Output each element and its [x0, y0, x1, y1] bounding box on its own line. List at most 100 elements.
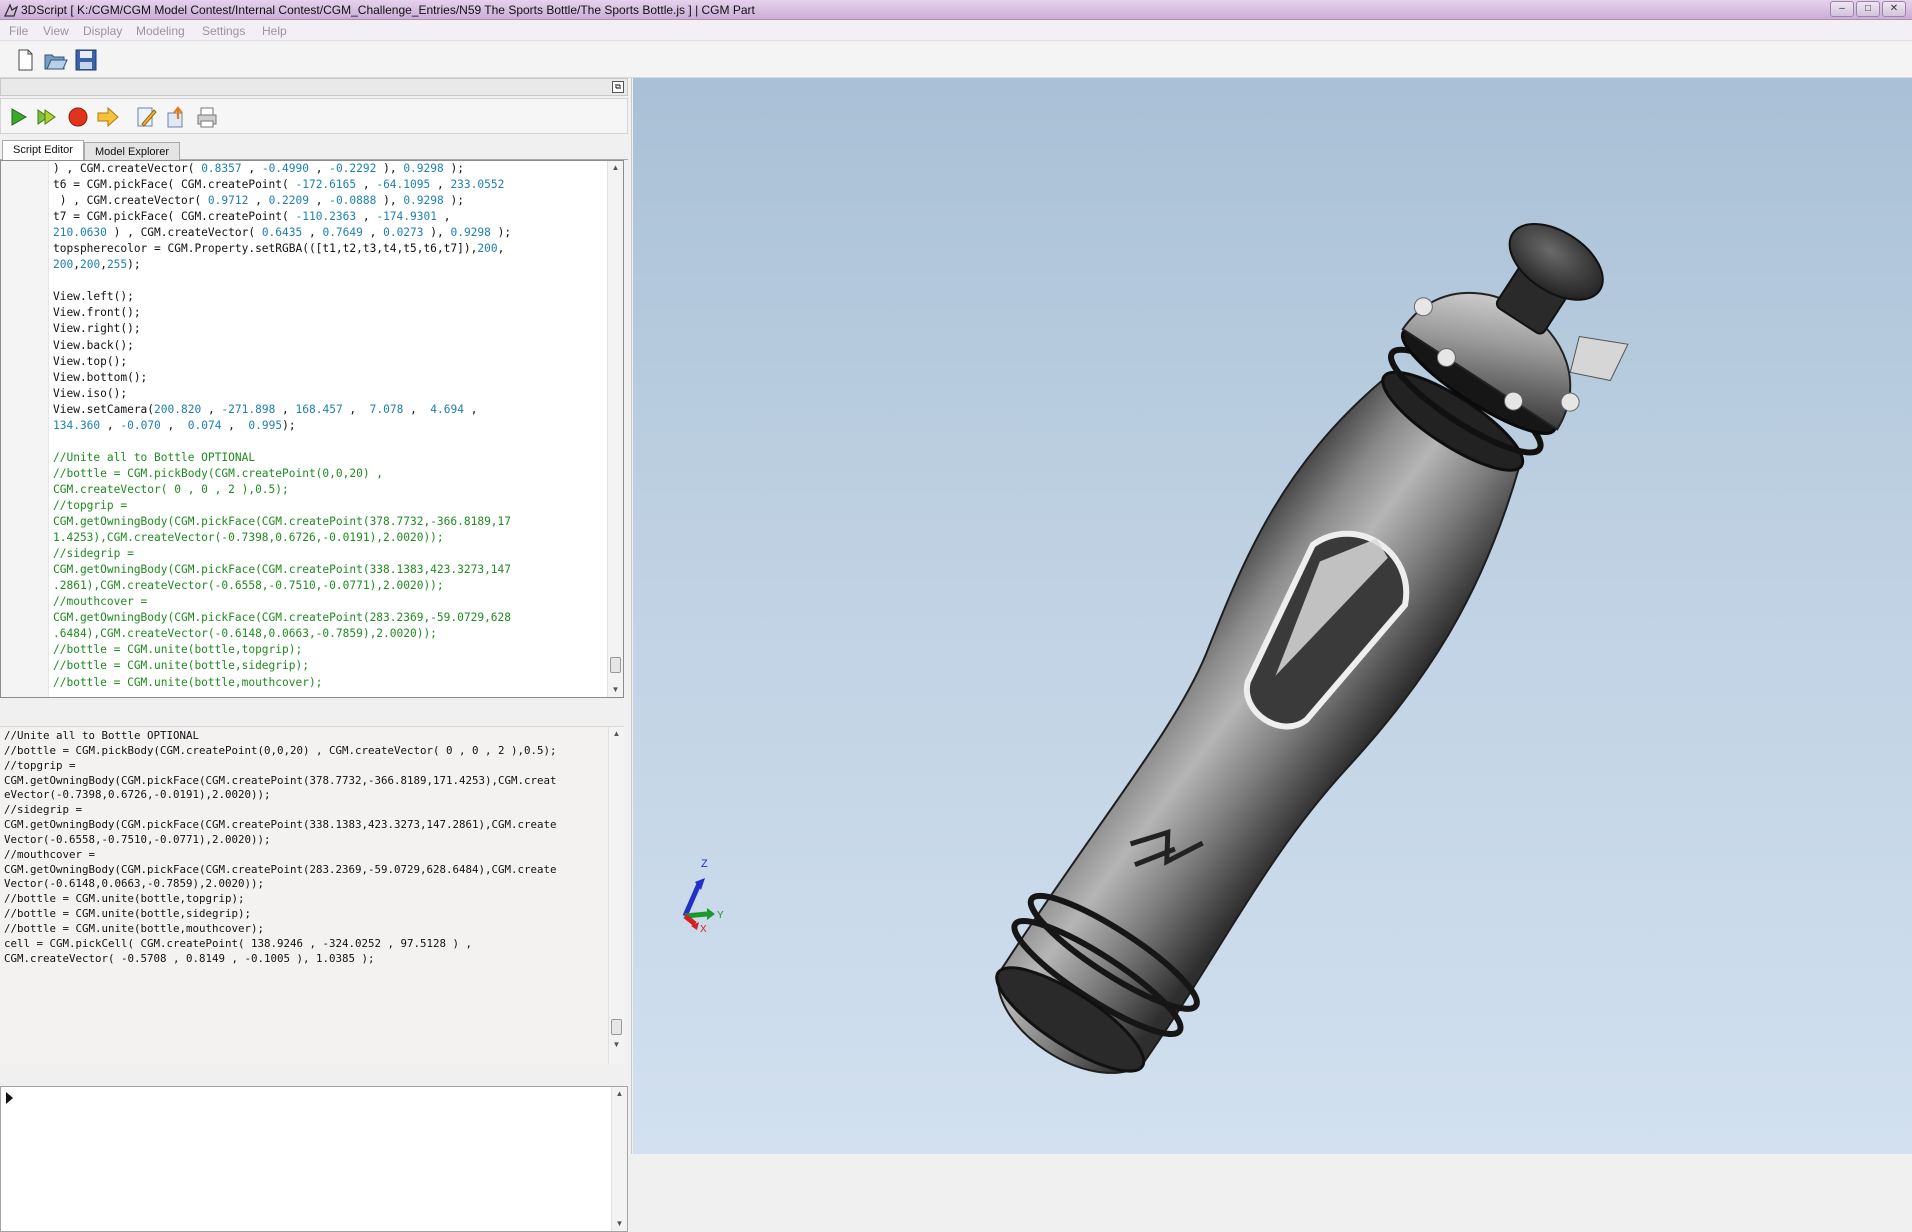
code-token: 0.074 — [187, 418, 222, 432]
code-token: //mouthcover = — [53, 595, 148, 609]
code-token: 0.9712 — [207, 194, 249, 208]
code-token: , — [308, 194, 330, 208]
code-token: 200 — [53, 258, 74, 272]
app-logo-icon — [3, 3, 19, 17]
code-line: CGM.getOwningBody(CGM.pickFace(CGM.creat… — [53, 514, 605, 530]
code-token: .6484),CGM.createVector(-0.6148,0.0663,-… — [53, 627, 437, 641]
code-token: , — [436, 210, 451, 224]
script-code: ) , CGM.createVector( 0.8357 , -0.4990 ,… — [53, 161, 605, 691]
code-token: CGM.getOwningBody(CGM.pickFace(CGM.creat… — [53, 611, 512, 625]
code-token: 210.0630 — [53, 226, 107, 240]
menu-display[interactable]: Display — [83, 24, 122, 38]
menu-help[interactable]: Help — [262, 24, 287, 38]
code-token: CGM.getOwningBody(CGM.pickFace(CGM.creat… — [53, 515, 512, 529]
script-editor[interactable]: ) , CGM.createVector( 0.8357 , -0.4990 ,… — [0, 160, 624, 698]
code-line: CGM.createVector( 0 , 0 , 2 ),0.5); — [53, 482, 605, 498]
code-token: , — [248, 194, 269, 208]
tab-script-editor[interactable]: Script Editor — [2, 140, 84, 161]
console-scrollbar[interactable]: ▲ ▼ — [608, 727, 624, 1064]
scroll-down-icon[interactable]: ▼ — [609, 1038, 624, 1052]
minimize-button[interactable]: – — [1830, 1, 1854, 17]
code-token: ); — [443, 194, 464, 208]
code-token: 134.360 — [53, 418, 101, 432]
code-token: View.back(); — [53, 338, 134, 352]
console-line: //sidegrip = — [4, 803, 83, 817]
axis-z-label: Z — [701, 858, 708, 870]
save-icon[interactable] — [73, 47, 99, 73]
command-input[interactable]: ▲ ▼ — [0, 1086, 628, 1232]
code-token: CGM.createVector( 0 , 0 , 2 ),0.5); — [53, 482, 289, 496]
new-file-icon[interactable] — [12, 47, 38, 73]
code-line: CGM.getOwningBody(CGM.pickFace(CGM.creat… — [53, 610, 605, 626]
code-token: -0.0888 — [329, 194, 377, 208]
open-folder-icon[interactable] — [42, 47, 68, 73]
code-token: 0.995 — [248, 418, 283, 432]
code-token: View.iso(); — [53, 386, 128, 400]
code-token: , — [497, 242, 505, 256]
stop-icon[interactable] — [66, 105, 90, 129]
code-line: //bottle = CGM.pickBody(CGM.createPoint(… — [53, 466, 605, 482]
axis-triad-icon — [682, 878, 715, 930]
code-line: View.front(); — [53, 305, 605, 321]
code-token: , — [201, 402, 222, 416]
code-token: ) , CGM.createVector( — [53, 194, 208, 208]
run-step-icon[interactable] — [35, 105, 59, 129]
title-bar: 3DScript [ K:/CGM/CGM Model Contest/Inte… — [0, 0, 1912, 20]
3d-viewport[interactable]: Z Y X — [633, 78, 1912, 1154]
code-token: 4.694 — [430, 402, 464, 416]
code-token: , — [342, 402, 370, 416]
scroll-up-icon[interactable]: ▲ — [612, 1087, 627, 1101]
maximize-button[interactable]: □ — [1856, 1, 1880, 17]
code-token: 200 — [477, 242, 498, 256]
console-line: //bottle = CGM.unite(bottle,mouthcover); — [4, 921, 265, 935]
float-panel-icon[interactable]: ⧉ — [612, 81, 624, 93]
code-token: , — [362, 226, 384, 240]
export-icon[interactable] — [164, 105, 188, 129]
code-token: 0.0273 — [383, 226, 424, 240]
code-line: View.right(); — [53, 321, 605, 337]
code-token: //bottle = CGM.unite(bottle,topgrip); — [53, 643, 303, 657]
code-line: t7 = CGM.pickFace( CGM.createPoint( -110… — [53, 209, 605, 225]
scroll-up-icon[interactable]: ▲ — [609, 727, 624, 741]
edit-script-icon[interactable] — [134, 105, 158, 129]
code-token: View.bottom(); — [53, 370, 148, 384]
menu-settings[interactable]: Settings — [202, 24, 245, 38]
scroll-thumb[interactable] — [610, 657, 621, 673]
console-line: CGM.createVector( -0.5708 , 0.8149 , -0.… — [4, 951, 375, 965]
code-token: 200 — [79, 258, 101, 272]
menu-modeling[interactable]: Modeling — [136, 24, 185, 38]
scroll-up-icon[interactable]: ▲ — [608, 161, 623, 175]
code-line: .6484),CGM.createVector(-0.6148,0.0663,-… — [53, 626, 605, 642]
code-token: ), — [423, 226, 451, 240]
scroll-thumb[interactable] — [611, 1019, 622, 1035]
code-token: , — [100, 258, 107, 272]
code-token: 1.4253),CGM.createVector(-0.7398,0.6726,… — [53, 531, 444, 545]
scroll-down-icon[interactable]: ▼ — [612, 1217, 627, 1231]
code-token: , — [100, 418, 121, 432]
code-token: ); — [282, 418, 296, 432]
run-icon[interactable] — [7, 105, 31, 129]
print-icon[interactable] — [195, 105, 219, 129]
scroll-down-icon[interactable]: ▼ — [608, 683, 623, 697]
line-number-gutter — [1, 161, 49, 697]
forward-arrow-icon[interactable] — [96, 105, 120, 129]
code-token: View.left(); — [53, 290, 134, 304]
console-line: eVector(-0.7398,0.6726,-0.0191),2.0020))… — [4, 788, 271, 802]
code-token: , — [221, 418, 249, 432]
code-token: 0.9298 — [403, 162, 444, 175]
code-token: ); — [443, 162, 464, 175]
code-token: , — [302, 226, 323, 240]
console-line: Vector(-0.6558,-0.7510,-0.0771),2.0020))… — [4, 832, 271, 846]
code-token: 0.7649 — [322, 226, 363, 240]
window-title: 3DScript [ K:/CGM/CGM Model Contest/Inte… — [21, 3, 755, 17]
code-token: //sidegrip = — [53, 547, 134, 561]
menu-file[interactable]: File — [9, 24, 28, 38]
close-button[interactable]: ✕ — [1882, 1, 1906, 17]
code-token: , — [356, 178, 377, 192]
input-scrollbar[interactable]: ▲ ▼ — [611, 1087, 627, 1231]
menu-view[interactable]: View — [43, 24, 69, 38]
code-line: .2861),CGM.createVector(-0.6558,-0.7510,… — [53, 578, 605, 594]
tab-model-explorer[interactable]: Model Explorer — [84, 142, 180, 160]
editor-scrollbar[interactable]: ▲ ▼ — [607, 161, 623, 697]
